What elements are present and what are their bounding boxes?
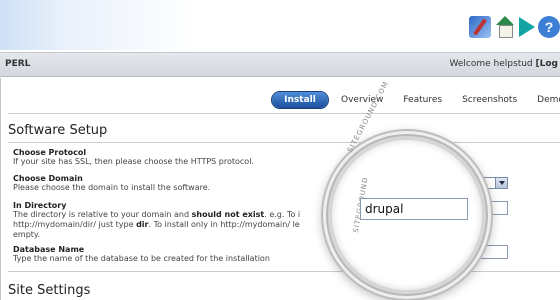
left-rule [0,78,1,300]
home-icon[interactable] [494,16,516,38]
tools-icon[interactable] [469,16,491,38]
directory-label: In Directory [13,201,67,210]
tab-screenshots[interactable]: Screenshots [462,95,517,105]
software-setup-heading: Software Setup [8,123,108,138]
site-settings-heading: Site Settings [8,283,91,298]
directory-desc-emphasis: dir [136,220,149,229]
tab-bar: Install Overview Features Screenshots De… [272,92,560,108]
directory-desc-line1: The directory is relative to your domain… [13,210,300,220]
header-icons: ? [469,12,560,42]
protocol-desc: If your site has SSL, then please choose… [13,157,254,166]
help-icon[interactable]: ? [538,16,560,38]
directory-desc-emphasis: should not exist [191,210,265,219]
chevron-down-icon[interactable] [495,178,507,188]
directory-desc-text: The directory is relative to your domain… [13,210,192,219]
tab-install[interactable]: Install [272,92,328,108]
divider [8,113,560,114]
database-label: Database Name [13,245,85,254]
welcome-text: Welcome helpstud [Log [450,59,559,69]
tab-features[interactable]: Features [403,95,442,105]
divider [8,271,560,272]
tab-demo[interactable]: Demo [537,95,560,105]
logout-link[interactable]: [Log [536,59,558,69]
directory-desc-text: . To install only in http://mydomain/ le [148,220,300,229]
database-desc: Type the name of the database to be crea… [13,254,270,263]
directory-input-magnified[interactable]: drupal [360,198,468,220]
divider [8,142,560,143]
directory-desc-line2: http://mydomain/dir/ just type dir. To i… [13,220,300,230]
directory-desc-line3: empty. [13,230,41,239]
protocol-label: Choose Protocol [13,148,87,157]
username: helpstud [493,59,533,69]
welcome-prefix: Welcome [449,59,491,69]
play-icon[interactable] [519,17,535,37]
directory-desc-text: http://mydomain/dir/ just type [13,220,137,229]
magnifier-lens: SITEGROUND.COM SITEGROUND drupal [328,80,486,294]
directory-desc-text: . e.g. To i [264,210,301,219]
section-label: PERL [5,59,31,69]
domain-label: Choose Domain [13,174,83,183]
nav-bar: PERL Welcome helpstud [Log [0,52,560,77]
domain-desc: Please choose the domain to install the … [13,183,211,192]
